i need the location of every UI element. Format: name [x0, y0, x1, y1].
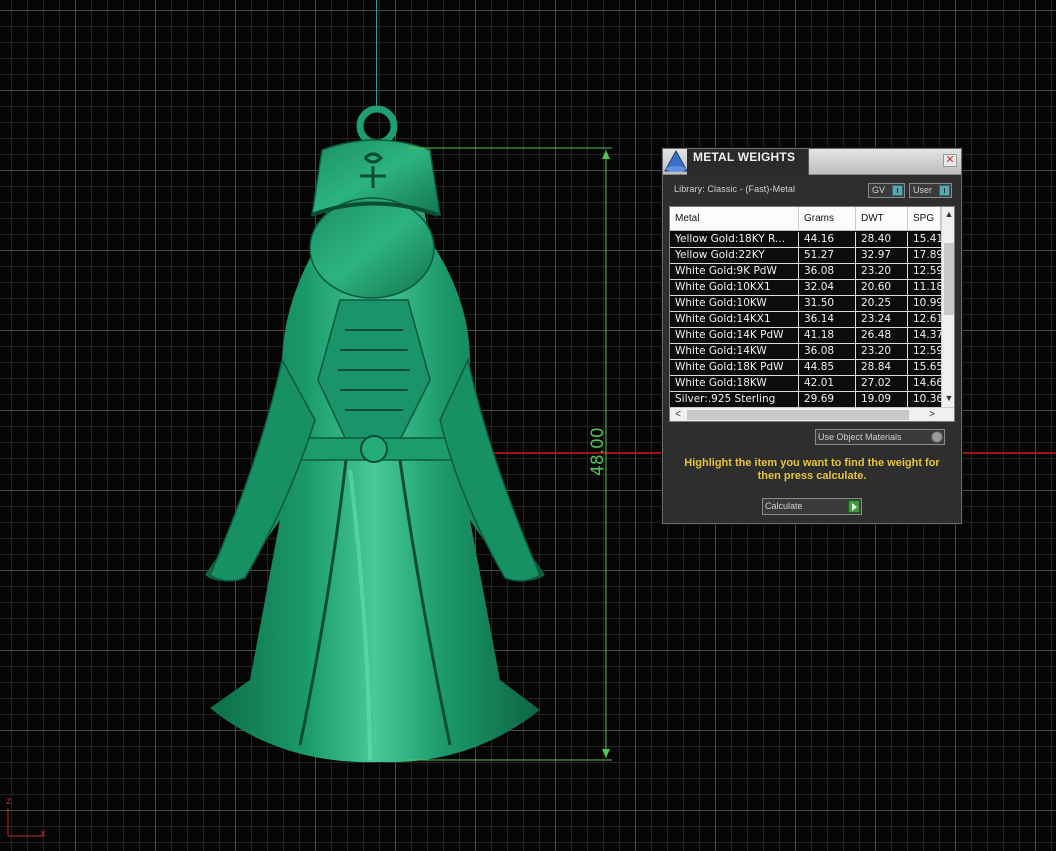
cell-grams: 32.04 [804, 281, 835, 293]
table-rows: Yellow Gold:18KY R... 44.16 28.40 15.41 Yell… [670, 232, 954, 408]
cell-metal: White Gold:14KW [675, 345, 767, 357]
user-toggle[interactable]: User [909, 183, 952, 198]
cell-spg: 10.36 [913, 393, 941, 405]
use-object-materials-label: Use Object Materials [818, 432, 902, 442]
cell-dwt: 27.02 [861, 377, 892, 389]
cell-metal: Yellow Gold:18KY R... [675, 233, 785, 245]
axis-triad: z x [4, 796, 54, 848]
table-row[interactable]: Yellow Gold:22KY 51.27 32.97 17.89 [670, 248, 954, 264]
table-row[interactable]: White Gold:9K PdW 36.08 23.20 12.59 [670, 264, 954, 280]
cell-grams: 31.50 [804, 297, 835, 309]
toggle-icon [892, 185, 903, 196]
cell-spg: 11.18 [913, 281, 941, 293]
dropdown-knob-icon [931, 431, 943, 443]
toggle-icon [939, 185, 950, 196]
table-row[interactable]: White Gold:14KW 36.08 23.20 12.59 [670, 344, 954, 360]
table-row[interactable]: Yellow Gold:18KY R... 44.16 28.40 15.41 [670, 232, 954, 248]
table-row[interactable]: White Gold:18K PdW 44.85 28.84 15.65 [670, 360, 954, 376]
library-label: Library: Classic - (Fast)-Metal [674, 184, 796, 194]
cell-spg: 14.37 [913, 329, 941, 341]
cell-dwt: 23.24 [861, 313, 892, 325]
play-arrow-icon [848, 500, 860, 513]
panel-titlebar[interactable]: METAL WEIGHTS ✕ [663, 149, 961, 175]
cell-spg: 12.59 [913, 265, 941, 277]
calculate-button[interactable]: Calculate [762, 498, 862, 515]
column-header-grams[interactable]: Grams [799, 207, 856, 231]
calculate-label: Calculate [765, 501, 803, 511]
cell-metal: Silver:.925 Sterling [675, 393, 776, 405]
table-row[interactable]: White Gold:14KX1 36.14 23.24 12.61 [670, 312, 954, 328]
dimension-label: 48.00 [588, 427, 608, 476]
use-object-materials-dropdown[interactable]: Use Object Materials [815, 429, 945, 445]
cell-metal: White Gold:14K PdW [675, 329, 784, 341]
triad-z-label: z [6, 796, 12, 807]
instruction-text: Highlight the item you want to find the … [684, 457, 940, 482]
cell-metal: White Gold:9K PdW [675, 265, 777, 277]
cell-metal: White Gold:14KX1 [675, 313, 771, 325]
column-header-metal[interactable]: Metal [670, 207, 799, 231]
cell-grams: 44.85 [804, 361, 835, 373]
cell-dwt: 19.09 [861, 393, 892, 405]
metal-table[interactable]: Metal Grams DWT SPG Yellow Gold:18KY R..… [669, 206, 955, 422]
cell-dwt: 20.60 [861, 281, 892, 293]
scroll-down-icon[interactable]: ▼ [942, 391, 954, 405]
table-row[interactable]: White Gold:18KW 42.01 27.02 14.66 [670, 376, 954, 392]
metal-weights-panel: METAL WEIGHTS ✕ Library: Classic - (Fast… [662, 148, 962, 524]
cell-grams: 51.27 [804, 249, 835, 261]
column-header-spg[interactable]: SPG [908, 207, 941, 231]
cell-metal: Yellow Gold:22KY [675, 249, 765, 261]
table-row[interactable]: White Gold:10KW 31.50 20.25 10.99 [670, 296, 954, 312]
scroll-right-icon[interactable]: > [924, 408, 940, 421]
cell-spg: 12.61 [913, 313, 941, 325]
close-icon[interactable]: ✕ [943, 154, 957, 167]
user-toggle-label: User [913, 185, 933, 195]
scroll-left-icon[interactable]: < [670, 408, 686, 421]
cell-spg: 10.99 [913, 297, 941, 309]
cell-grams: 36.08 [804, 345, 835, 357]
column-header-dwt[interactable]: DWT [856, 207, 908, 231]
cell-grams: 44.16 [804, 233, 835, 245]
cell-grams: 36.08 [804, 265, 835, 277]
cell-spg: 17.89 [913, 249, 941, 261]
cell-spg: 15.41 [913, 233, 941, 245]
horizontal-scrollbar[interactable]: < > [670, 407, 954, 421]
triad-x-label: x [40, 828, 46, 839]
cell-dwt: 20.25 [861, 297, 892, 309]
head [309, 197, 435, 299]
cell-dwt: 23.20 [861, 265, 892, 277]
cell-metal: White Gold:18K PdW [675, 361, 784, 373]
cell-dwt: 28.84 [861, 361, 892, 373]
metal-weights-app-icon [664, 149, 688, 172]
cell-dwt: 26.48 [861, 329, 892, 341]
cell-dwt: 23.20 [861, 345, 892, 357]
cell-spg: 14.66 [913, 377, 941, 389]
table-row[interactable]: White Gold:14K PdW 41.18 26.48 14.37 [670, 328, 954, 344]
cell-grams: 36.14 [804, 313, 835, 325]
table-header: Metal Grams DWT SPG [670, 207, 954, 231]
cell-grams: 41.18 [804, 329, 835, 341]
gv-toggle-label: GV [872, 185, 886, 195]
cell-dwt: 32.97 [861, 249, 892, 261]
gv-toggle[interactable]: GV [868, 183, 905, 198]
cell-spg: 15.65 [913, 361, 941, 373]
table-row[interactable]: Silver:.925 Sterling 29.69 19.09 10.36 [670, 392, 954, 408]
cell-spg: 12.59 [913, 345, 941, 357]
cell-metal: White Gold:10KW [675, 297, 767, 309]
cell-metal: White Gold:10KX1 [675, 281, 771, 293]
cell-grams: 42.01 [804, 377, 835, 389]
vertical-scrollbar[interactable]: ▲ ▼ [941, 207, 954, 407]
cell-grams: 29.69 [804, 393, 835, 405]
horizontal-scroll-thumb[interactable] [687, 410, 909, 420]
cell-dwt: 28.40 [861, 233, 892, 245]
bail-ring [356, 105, 398, 147]
cell-metal: White Gold:18KW [675, 377, 767, 389]
vertical-scroll-thumb[interactable] [944, 243, 954, 315]
panel-title: METAL WEIGHTS [693, 150, 796, 164]
table-row[interactable]: White Gold:10KX1 32.04 20.60 11.18 [670, 280, 954, 296]
scroll-up-icon[interactable]: ▲ [942, 207, 954, 221]
